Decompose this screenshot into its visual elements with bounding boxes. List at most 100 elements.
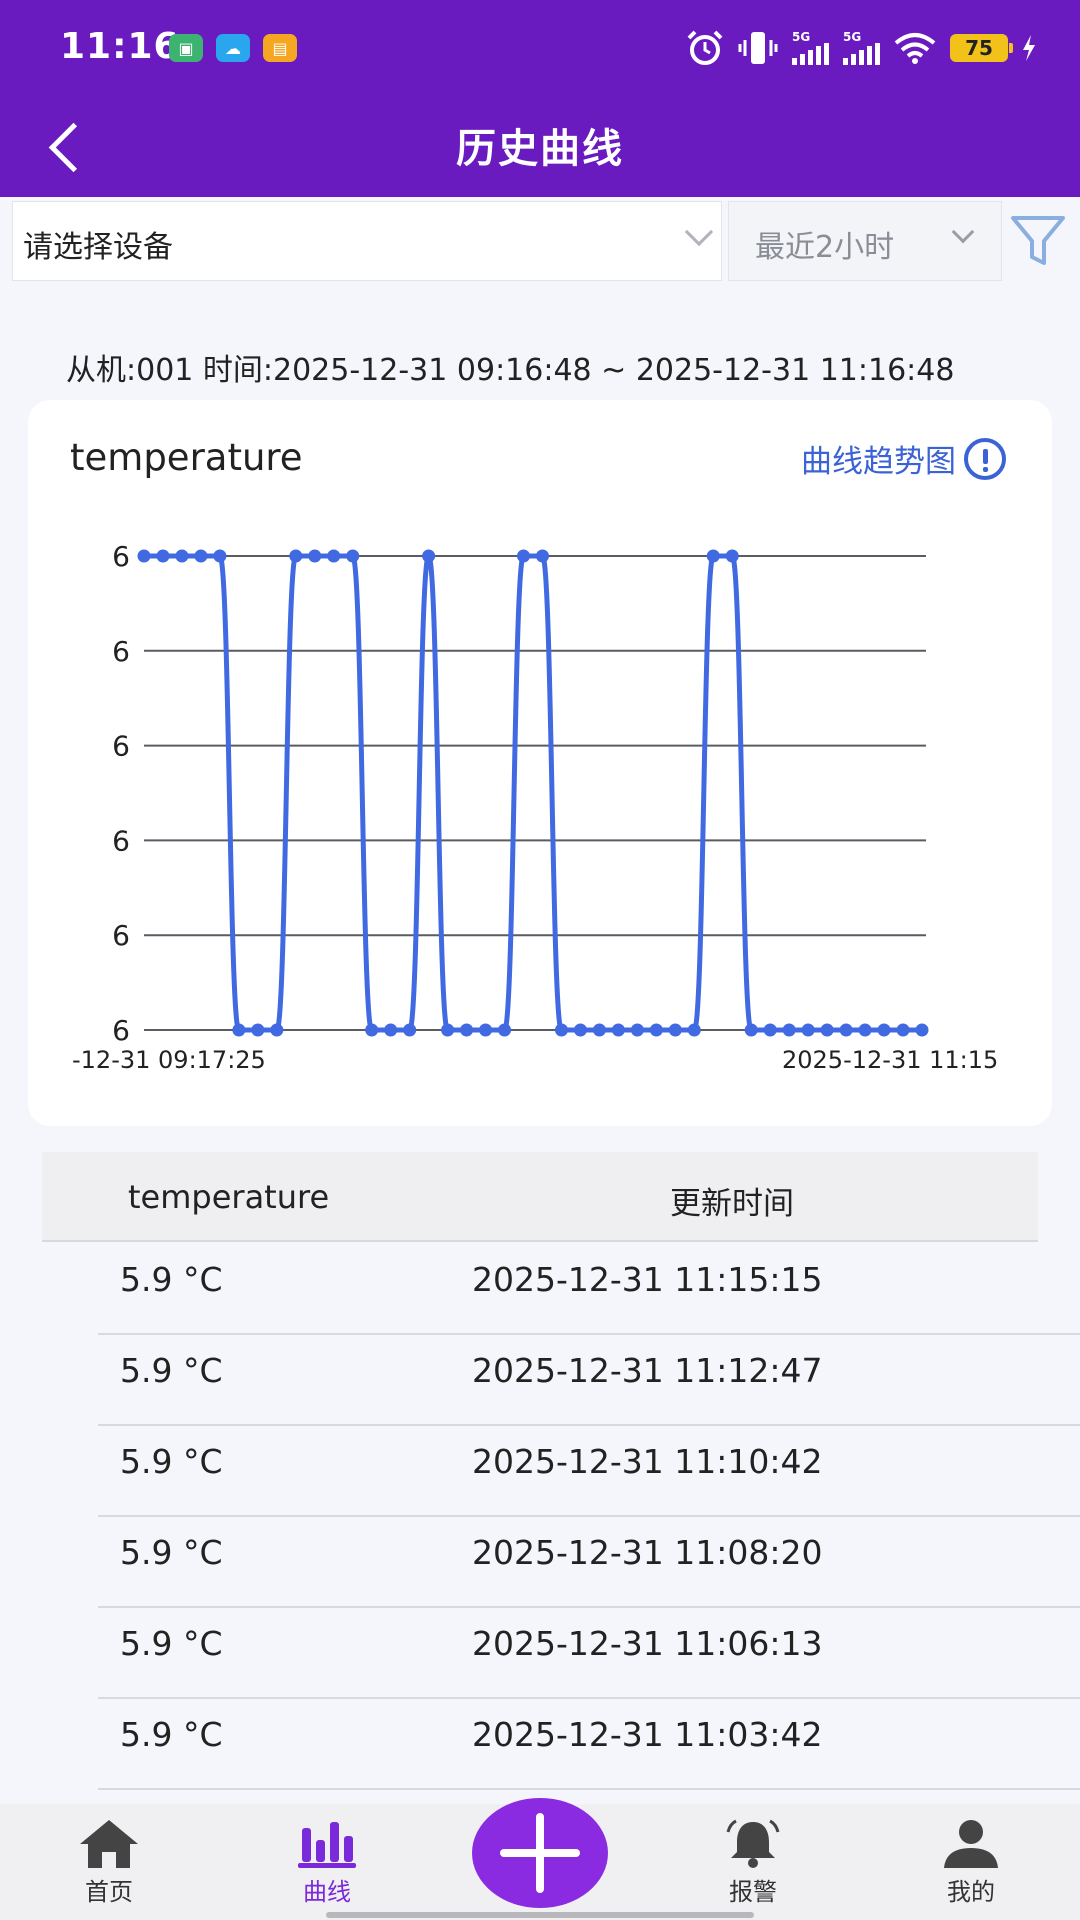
row-value: 5.9 °C — [120, 1715, 223, 1754]
trend-chart-link[interactable]: 曲线趋势图 — [801, 436, 1006, 481]
device-select[interactable]: 请选择设备 — [12, 201, 722, 281]
table-body: 5.9 °C 2025-12-31 11:15:15 5.9 °C 2025-1… — [0, 1244, 1080, 1790]
data-point — [308, 549, 322, 563]
data-point — [915, 1023, 929, 1037]
data-point — [744, 1023, 758, 1037]
cloud-notification-icon: ☁ — [216, 34, 250, 62]
row-time: 2025-12-31 11:06:13 — [472, 1624, 823, 1663]
tab-curve[interactable]: 曲线 — [262, 1818, 392, 1907]
tab-curve-label: 曲线 — [303, 1878, 351, 1906]
data-point — [611, 1023, 625, 1037]
charging-icon — [1023, 35, 1035, 61]
add-button[interactable] — [472, 1798, 608, 1908]
tab-home-label: 首页 — [85, 1878, 133, 1906]
time-range-value: 最近2小时 — [755, 230, 895, 265]
chart-card: 6 6 6 6 6 6 -12-31 09:17:25 2025-12-31 11:15 te… — [28, 400, 1052, 1126]
nav-bar: 历史曲线 — [0, 96, 1080, 197]
data-point — [649, 1023, 663, 1037]
data-point — [725, 549, 739, 563]
data-point — [858, 1023, 872, 1037]
data-point — [668, 1023, 682, 1037]
data-point — [554, 1023, 568, 1037]
table-header: temperature 更新时间 — [42, 1152, 1038, 1242]
chevron-down-icon — [951, 220, 975, 244]
row-divider — [98, 1788, 1080, 1790]
data-point — [573, 1023, 587, 1037]
data-point — [896, 1023, 910, 1037]
data-point — [706, 549, 720, 563]
row-time: 2025-12-31 11:12:47 — [472, 1351, 823, 1390]
row-time: 2025-12-31 11:10:42 — [472, 1442, 823, 1481]
data-point — [460, 1023, 474, 1037]
table-row: 5.9 °C 2025-12-31 11:15:15 — [0, 1244, 1080, 1335]
info-icon — [964, 437, 1006, 480]
filter-bar: 请选择设备 最近2小时 — [0, 197, 1080, 287]
y-tick-label: 6 — [112, 730, 130, 763]
table-row: 5.9 °C 2025-12-31 11:12:47 — [0, 1335, 1080, 1426]
data-point — [839, 1023, 853, 1037]
data-point — [232, 1023, 246, 1037]
data-point — [384, 1023, 398, 1037]
row-time: 2025-12-31 11:03:42 — [472, 1715, 823, 1754]
table-row: 5.9 °C 2025-12-31 11:03:42 — [0, 1699, 1080, 1790]
data-point — [517, 549, 531, 563]
data-point — [687, 1023, 701, 1037]
row-time: 2025-12-31 11:15:15 — [472, 1260, 823, 1299]
data-point — [365, 1023, 379, 1037]
data-point — [498, 1023, 512, 1037]
top-bar: 11:16 ▣ ☁ ▤ 5G 5G 75 历史曲线 — [0, 0, 1080, 197]
signal-1-icon: 5G — [792, 31, 829, 65]
tab-mine-label: 我的 — [947, 1878, 995, 1906]
chevron-down-icon — [684, 217, 714, 247]
data-point — [630, 1023, 644, 1037]
y-tick-label: 6 — [112, 1014, 130, 1047]
data-point — [327, 549, 341, 563]
signal-2-icon: 5G — [843, 31, 880, 65]
x-tick-label: -12-31 09:17:25 — [72, 1046, 266, 1074]
header-temperature: temperature — [128, 1178, 330, 1216]
row-time: 2025-12-31 11:08:20 — [472, 1533, 823, 1572]
page-title: 历史曲线 — [456, 126, 624, 172]
home-indicator — [326, 1912, 754, 1918]
user-icon — [944, 1820, 998, 1868]
data-point — [346, 549, 360, 563]
data-point — [801, 1023, 815, 1037]
device-time-info: 从机:001 时间:2025-12-31 09:16:48 ~ 2025-12-… — [66, 353, 955, 388]
row-value: 5.9 °C — [120, 1351, 223, 1390]
status-time: 11:16 — [60, 26, 180, 67]
network-type-1: 5G — [792, 30, 811, 44]
table-row: 5.9 °C 2025-12-31 11:08:20 — [0, 1517, 1080, 1608]
tab-alarm[interactable]: 报警 — [688, 1818, 818, 1907]
tab-alarm-label: 报警 — [729, 1878, 777, 1906]
data-point — [137, 549, 151, 563]
table-row: 5.9 °C 2025-12-31 11:06:13 — [0, 1608, 1080, 1699]
data-point — [175, 549, 189, 563]
status-icons: 5G 5G 75 — [686, 28, 1036, 68]
data-point — [156, 549, 170, 563]
y-tick-label: 6 — [112, 635, 130, 668]
y-tick-label: 6 — [112, 540, 130, 573]
row-value: 5.9 °C — [120, 1442, 223, 1481]
temperature-line-chart: 666666-12-31 09:17:25 2025-12-31 11:15 — [72, 540, 998, 1074]
home-icon — [80, 1820, 138, 1868]
filter-icon[interactable] — [1008, 213, 1068, 269]
data-point — [782, 1023, 796, 1037]
y-tick-label: 6 — [112, 919, 130, 952]
trend-chart-label: 曲线趋势图 — [801, 444, 956, 480]
vibrate-icon — [738, 32, 778, 64]
data-point — [877, 1023, 891, 1037]
data-point — [289, 549, 303, 563]
table-row: 5.9 °C 2025-12-31 11:10:42 — [0, 1426, 1080, 1517]
data-point — [270, 1023, 284, 1037]
tab-home[interactable]: 首页 — [44, 1818, 174, 1907]
data-point — [213, 549, 227, 563]
row-value: 5.9 °C — [120, 1533, 223, 1572]
app-notification-icon: ▣ — [169, 34, 203, 62]
data-point — [479, 1023, 493, 1037]
data-point — [194, 549, 208, 563]
time-range-select[interactable]: 最近2小时 — [728, 201, 1002, 281]
bell-icon — [726, 1819, 780, 1868]
tab-mine[interactable]: 我的 — [906, 1818, 1036, 1907]
row-value: 5.9 °C — [120, 1624, 223, 1663]
data-point — [403, 1023, 417, 1037]
